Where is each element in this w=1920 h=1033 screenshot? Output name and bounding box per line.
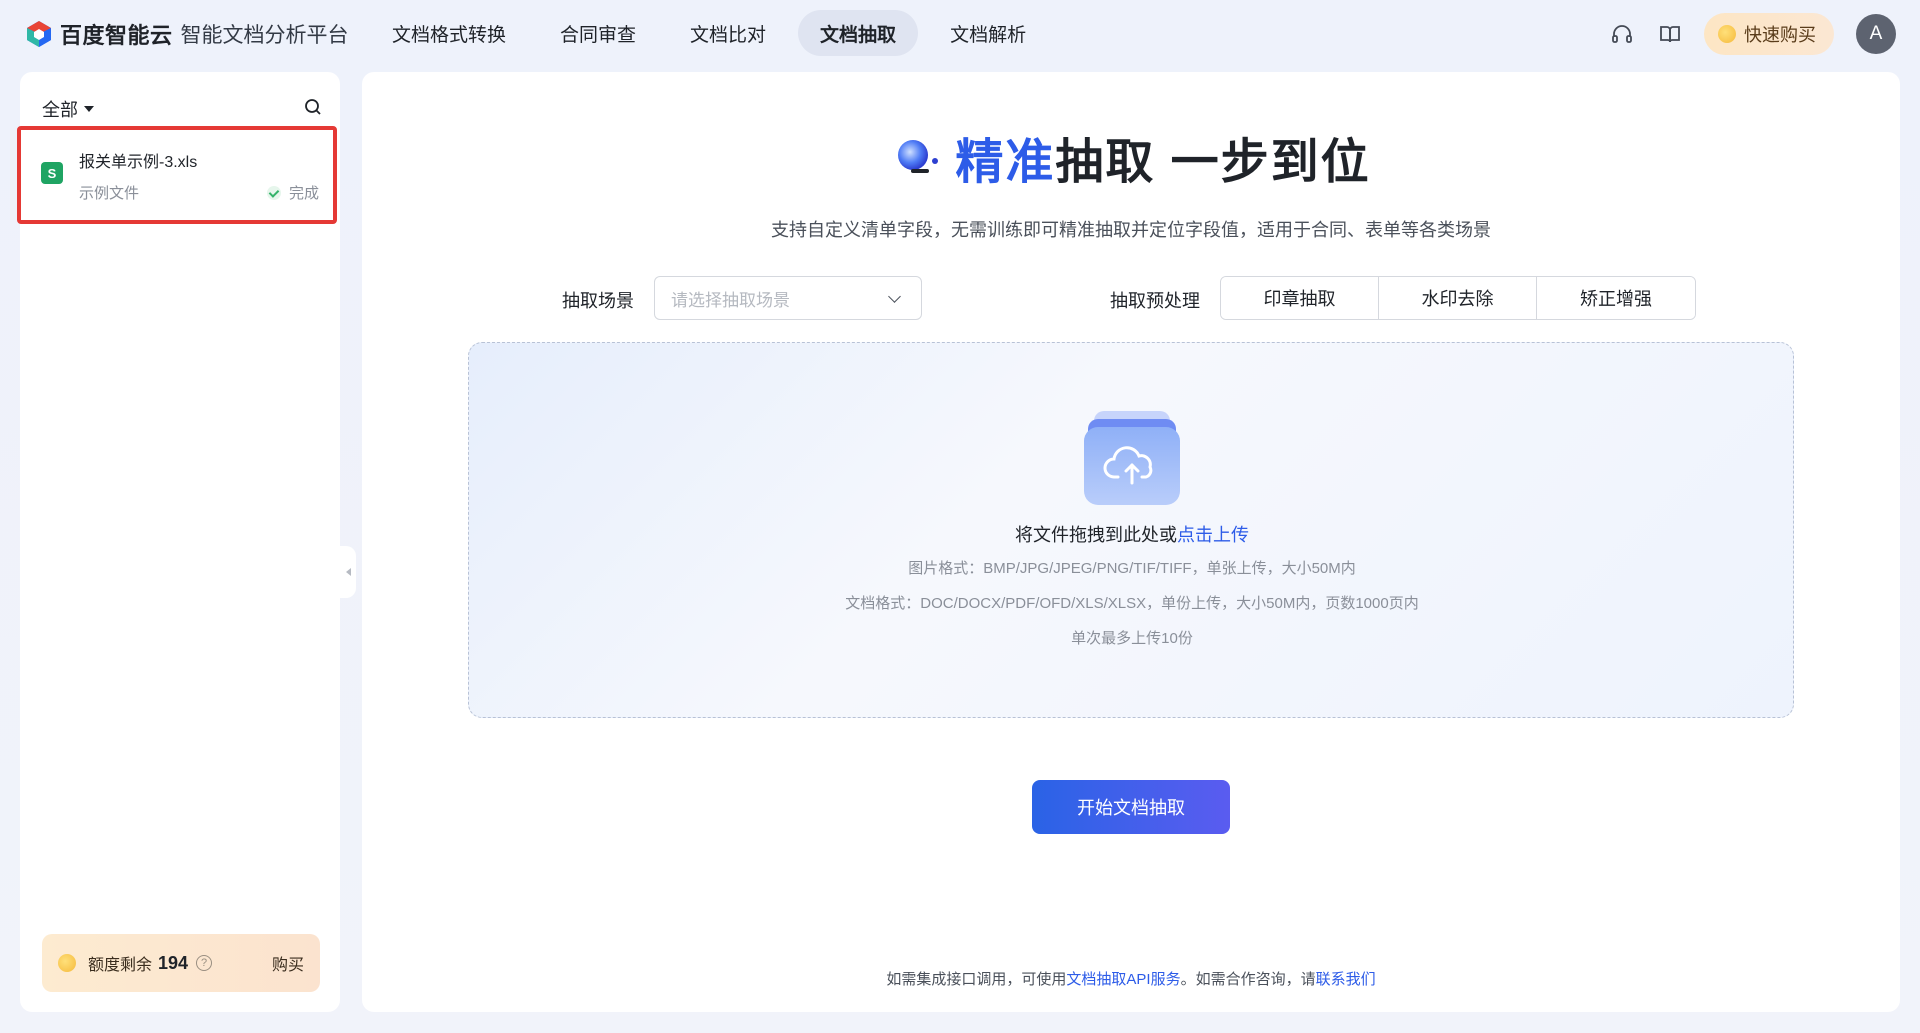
file-list-item[interactable]: S 报关单示例-3.xls 示例文件 完成 xyxy=(17,126,337,224)
nav-document-compare[interactable]: 文档比对 xyxy=(668,10,788,56)
hero-title-accent: 精准 xyxy=(955,136,1056,189)
coin-icon xyxy=(1718,25,1736,43)
main-panel: 精准抽取 一步到位 支持自定义清单字段，无需训练即可精准抽取并定位字段值，适用于… xyxy=(362,72,1900,1012)
buy-button[interactable]: 购买 xyxy=(272,951,304,975)
quick-buy-button[interactable]: 快速购买 xyxy=(1704,13,1834,55)
sidebar-collapse-handle[interactable] xyxy=(340,546,356,598)
upload-prompt-text: 将文件拖拽到此处或 xyxy=(1015,525,1177,545)
hero-title: 精准抽取 一步到位 xyxy=(362,126,1900,189)
help-icon[interactable]: ? xyxy=(196,955,213,971)
correction-enhance-toggle[interactable]: 矫正增强 xyxy=(1537,277,1695,319)
extraction-logo-icon xyxy=(891,131,943,183)
product-name: 智能文档分析平台 xyxy=(180,24,349,47)
file-sidebar: 全部 S 报关单示例-3.xls 示例文件 完成 额度剩余 194 ? 购买 xyxy=(17,72,340,1012)
start-extraction-button[interactable]: 开始文档抽取 xyxy=(1032,780,1230,834)
footer-middle: 。如需合作咨询，请 xyxy=(1180,971,1316,988)
upload-limit-hint: 单次最多上传10份 xyxy=(1071,630,1193,647)
spreadsheet-icon: S xyxy=(41,162,63,184)
scene-select[interactable]: 请选择抽取场景 xyxy=(654,276,922,320)
filter-label: 全部 xyxy=(42,100,78,120)
scene-label: 抽取场景 xyxy=(562,291,634,311)
quota-value: 194 xyxy=(158,952,189,973)
book-icon[interactable] xyxy=(1656,20,1684,48)
sidebar-header: 全部 xyxy=(42,96,322,122)
quota-panel: 额度剩余 194 ? 购买 xyxy=(42,934,320,992)
baidu-cloud-logo-icon xyxy=(24,19,54,49)
image-format-hint: 图片格式：BMP/JPG/JPEG/PNG/TIF/TIFF，单张上传，大小50… xyxy=(908,560,1356,577)
upload-prompt: 将文件拖拽到此处或点击上传 xyxy=(469,521,1795,547)
main-nav: 文档格式转换 合同审查 文档比对 文档抽取 文档解析 xyxy=(370,10,1058,56)
quota-label: 额度剩余 xyxy=(88,957,153,974)
status-text: 完成 xyxy=(288,185,319,202)
footer-note: 如需集成接口调用，可使用文档抽取API服务。如需合作咨询，请联系我们 xyxy=(362,968,1900,989)
seal-extraction-toggle[interactable]: 印章抽取 xyxy=(1221,277,1379,319)
file-name: 报关单示例-3.xls xyxy=(79,154,198,171)
quick-buy-label: 快速购买 xyxy=(1744,25,1816,45)
caret-down-icon xyxy=(84,106,94,112)
footer-prefix: 如需集成接口调用，可使用 xyxy=(886,971,1067,988)
nav-document-parsing[interactable]: 文档解析 xyxy=(928,10,1048,56)
cloud-upload-icon xyxy=(1084,411,1180,505)
api-service-link[interactable]: 文档抽取API服务 xyxy=(1066,971,1180,988)
check-circle-icon xyxy=(266,185,281,200)
extraction-options: 抽取场景 请选择抽取场景 抽取预处理 印章抽取 水印去除 矫正增强 xyxy=(362,276,1900,320)
chevron-down-icon xyxy=(888,290,901,303)
logo[interactable]: 百度智能云 智能文档分析平台 xyxy=(24,18,349,50)
avatar[interactable]: A xyxy=(1856,14,1896,54)
preprocess-toggle-group: 印章抽取 水印去除 矫正增强 xyxy=(1220,276,1696,320)
subtitle: 支持自定义清单字段，无需训练即可精准抽取并定位字段值，适用于合同、表单等各类场景 xyxy=(771,220,1491,240)
search-icon[interactable] xyxy=(304,98,322,121)
contact-us-link[interactable]: 联系我们 xyxy=(1316,971,1376,988)
scene-placeholder: 请选择抽取场景 xyxy=(671,290,790,310)
upload-dropzone[interactable]: 将文件拖拽到此处或点击上传 图片格式：BMP/JPG/JPEG/PNG/TIF/… xyxy=(468,342,1794,718)
nav-format-conversion[interactable]: 文档格式转换 xyxy=(370,10,528,56)
coin-icon xyxy=(58,954,76,972)
watermark-removal-toggle[interactable]: 水印去除 xyxy=(1379,277,1537,319)
nav-document-extraction[interactable]: 文档抽取 xyxy=(798,10,919,56)
top-navigation-bar: 百度智能云 智能文档分析平台 文档格式转换 合同审查 文档比对 文档抽取 文档解… xyxy=(0,0,1920,68)
filter-dropdown[interactable]: 全部 xyxy=(42,96,94,122)
header-actions: 快速购买 A xyxy=(1608,12,1896,56)
preprocess-label: 抽取预处理 xyxy=(1110,291,1200,311)
click-upload-link[interactable]: 点击上传 xyxy=(1177,525,1249,545)
status-badge: 完成 xyxy=(266,182,319,203)
file-tag: 示例文件 xyxy=(79,185,140,202)
document-format-hint: 文档格式：DOC/DOCX/PDF/OFD/XLS/XLSX，单份上传，大小50… xyxy=(845,595,1419,612)
nav-contract-review[interactable]: 合同审查 xyxy=(538,10,658,56)
hero-title-rest: 抽取 一步到位 xyxy=(1055,136,1371,189)
brand-name: 百度智能云 xyxy=(60,23,173,48)
headset-icon[interactable] xyxy=(1608,20,1636,48)
